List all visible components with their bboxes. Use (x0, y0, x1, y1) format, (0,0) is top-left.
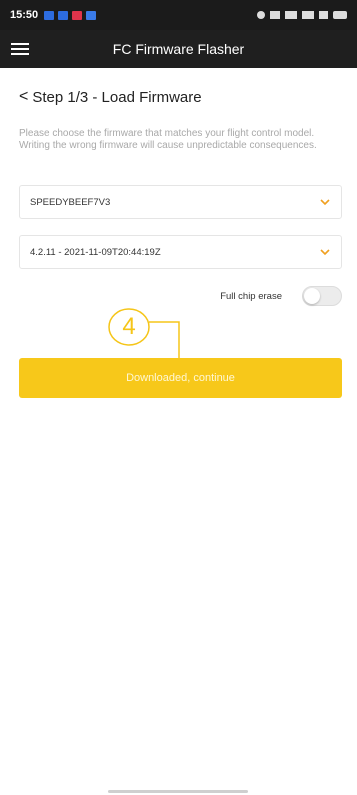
full-chip-erase-label: Full chip erase (220, 290, 282, 302)
step-title: Step 1/3 - Load Firmware (32, 88, 202, 106)
signal-icon (285, 11, 297, 19)
version-select[interactable]: 4.2.11 - 2021-11-09T20:44:19Z (19, 235, 342, 269)
annotation-number: 4 (122, 313, 136, 340)
app-bar: FC Firmware Flasher (0, 30, 357, 68)
step-description: Please choose the firmware that matches … (19, 128, 317, 151)
target-select[interactable]: SPEEDYBEEF7V3 (19, 185, 342, 219)
status-time: 15:50 (10, 9, 39, 21)
full-chip-erase-row: Full chip erase (19, 285, 342, 307)
wifi-icon (319, 11, 328, 19)
notification-icons (44, 10, 97, 20)
hamburger-menu-icon[interactable] (0, 30, 40, 68)
app-title: FC Firmware Flasher (112, 41, 245, 57)
chevron-down-icon (320, 249, 330, 256)
step-header[interactable]: < Step 1/3 - Load Firmware (19, 88, 342, 106)
status-bar: 15:50 (0, 0, 357, 30)
cast-icon (270, 11, 280, 19)
version-select-value: 4.2.11 - 2021-11-09T20:44:19Z (30, 246, 161, 258)
target-select-value: SPEEDYBEEF7V3 (30, 196, 111, 208)
full-chip-erase-toggle[interactable] (302, 286, 342, 306)
step-content: < Step 1/3 - Load Firmware Please choose… (19, 88, 342, 152)
back-chevron-icon[interactable]: < (19, 88, 28, 106)
app-notification-icon (72, 10, 83, 20)
home-indicator[interactable] (108, 790, 248, 793)
toggle-knob (304, 288, 320, 304)
app-notification-icon (44, 10, 55, 20)
signal-icon (302, 11, 314, 19)
system-icons (257, 11, 347, 19)
app-notification-icon (86, 10, 97, 20)
chevron-down-icon (320, 199, 330, 206)
annotation-leader-line (149, 321, 180, 358)
annotation-circle (108, 308, 150, 346)
downloaded-continue-button[interactable]: Downloaded, continue (19, 358, 342, 398)
app-notification-icon (58, 10, 69, 20)
settings-icon (257, 11, 265, 19)
battery-icon (333, 11, 347, 19)
